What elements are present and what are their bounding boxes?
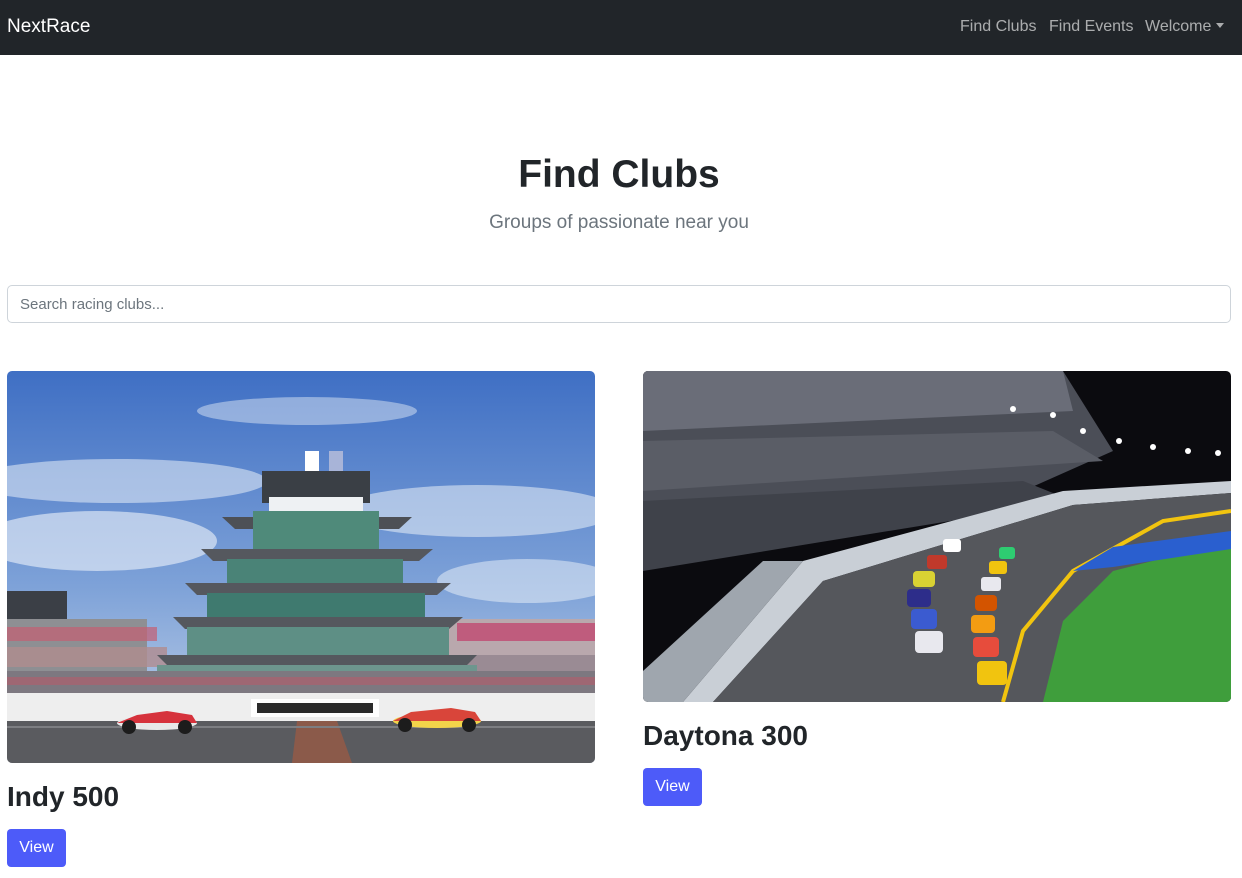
welcome-label: Welcome <box>1145 18 1212 35</box>
nav-welcome-dropdown[interactable]: Welcome <box>1145 18 1225 36</box>
page-title: Find Clubs <box>518 153 720 196</box>
indy-500-image <box>7 371 595 763</box>
view-indy-500-button[interactable]: View <box>7 829 66 867</box>
nav-find-events[interactable]: Find Events <box>1049 18 1133 36</box>
view-daytona-300-button[interactable]: View <box>643 768 702 806</box>
caret-down-icon <box>1216 23 1225 28</box>
brand-logo-link[interactable]: NextRace <box>7 16 90 38</box>
nav-find-clubs[interactable]: Find Clubs <box>960 18 1036 36</box>
club-title-indy-500: Indy 500 <box>7 781 120 812</box>
top-navbar: NextRace Find Clubs Find Events Welcome <box>0 0 1242 55</box>
club-title-daytona-300: Daytona 300 <box>643 720 808 751</box>
search-input[interactable] <box>7 285 1231 323</box>
page-subtitle: Groups of passionate near you <box>489 212 749 233</box>
daytona-300-image <box>643 371 1231 702</box>
